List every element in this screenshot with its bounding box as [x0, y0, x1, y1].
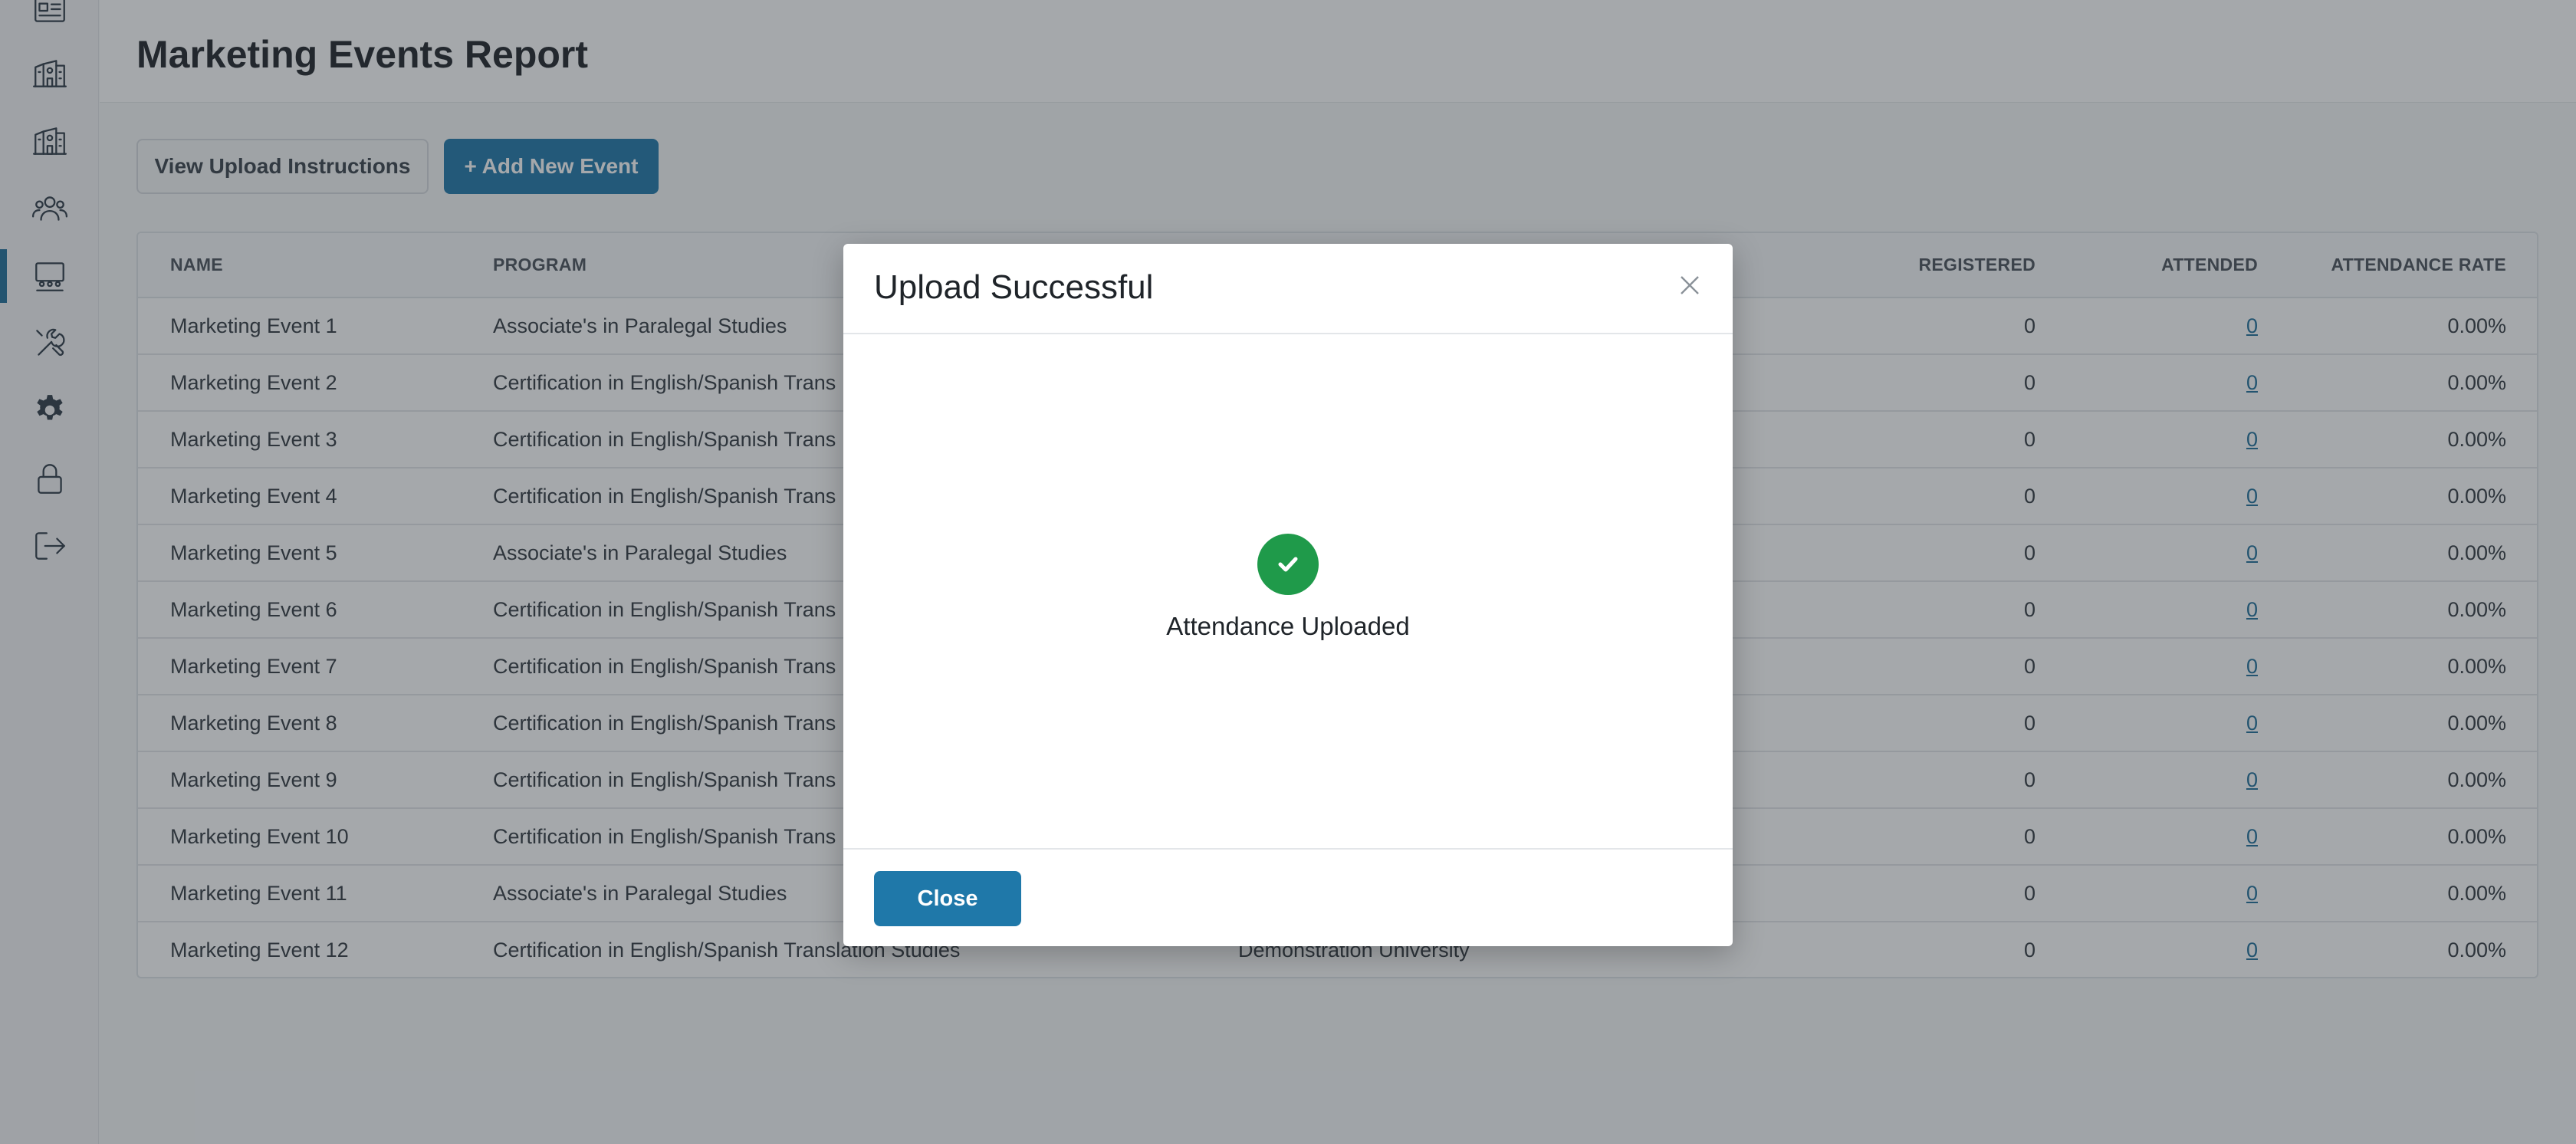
- close-button[interactable]: Close: [874, 871, 1021, 926]
- success-message: Attendance Uploaded: [1166, 612, 1410, 640]
- modal-title: Upload Successful: [874, 268, 1154, 306]
- upload-success-modal: Upload Successful Attendance Uploaded Cl…: [843, 244, 1733, 946]
- checkmark-icon: [1278, 557, 1298, 572]
- modal-header: Upload Successful: [843, 244, 1733, 334]
- modal-footer: Close: [843, 848, 1733, 946]
- modal-close-button[interactable]: [1674, 270, 1705, 301]
- success-check-icon: [1257, 534, 1319, 595]
- close-icon: [1681, 276, 1699, 294]
